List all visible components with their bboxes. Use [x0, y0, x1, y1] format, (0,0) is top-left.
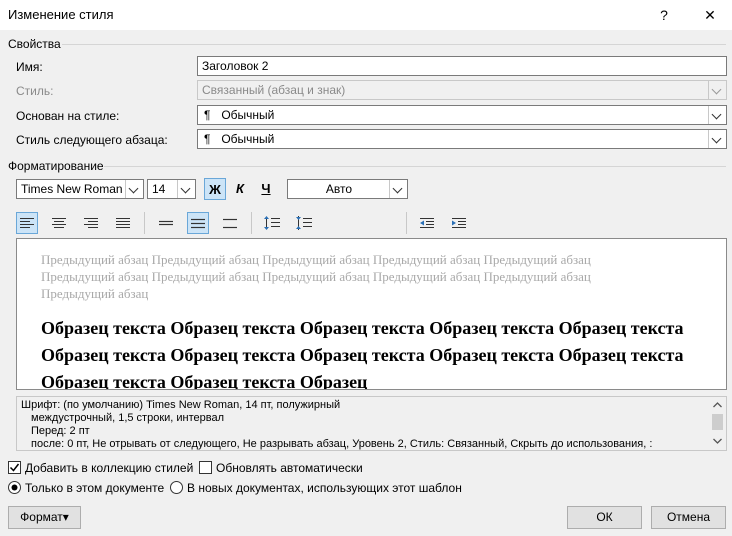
auto-update-checkbox[interactable] [199, 461, 212, 474]
auto-update-label[interactable]: Обновлять автоматически [216, 461, 363, 475]
one-and-half-spacing-icon [191, 218, 205, 229]
single-spacing-icon [159, 220, 173, 226]
scroll-up-icon [713, 402, 722, 408]
paragraph-icon: ¶ [204, 132, 211, 146]
formatting-divider [104, 166, 726, 167]
properties-divider [62, 44, 726, 45]
align-left-button[interactable] [16, 212, 38, 234]
decrease-spacing-button[interactable] [293, 212, 315, 234]
cancel-button[interactable]: Отмена [651, 506, 726, 529]
align-right-icon [84, 218, 98, 228]
increase-indent-button[interactable] [448, 212, 470, 234]
increase-spacing-icon [264, 216, 280, 230]
increase-spacing-button[interactable] [261, 212, 283, 234]
font-name-value: Times New Roman [21, 182, 123, 196]
font-size-value: 14 [152, 182, 166, 196]
based-on-value: Обычный [221, 108, 275, 122]
decrease-spacing-icon [296, 216, 312, 230]
style-type-select: Связанный (абзац и знак) [197, 80, 727, 100]
next-style-label: Стиль следующего абзаца: [16, 133, 168, 147]
style-type-value: Связанный (абзац и знак) [202, 83, 346, 97]
next-style-value: Обычный [221, 132, 275, 146]
format-dropdown-icon: ▾ [62, 510, 69, 524]
only-this-document-radio[interactable] [8, 481, 21, 494]
based-on-label: Основан на стиле: [16, 109, 120, 123]
description-line: Перед: 2 пт [31, 425, 90, 437]
new-documents-radio[interactable] [170, 481, 183, 494]
style-preview: Предыдущий абзац Предыдущий абзац Предыд… [16, 238, 727, 390]
name-label: Имя: [16, 60, 43, 74]
font-color-select[interactable]: Авто [287, 179, 408, 199]
font-color-dropdown-icon[interactable] [389, 180, 407, 198]
font-size-select[interactable]: 14 [147, 179, 196, 199]
decrease-indent-icon [420, 218, 434, 228]
add-to-gallery-checkbox[interactable] [8, 461, 21, 474]
description-line: после: 0 пт, Не отрывать от следующего, … [31, 438, 653, 450]
font-color-value: Авто [325, 182, 353, 196]
previous-paragraph-text: Предыдущий абзац Предыдущий абзац Предыд… [41, 252, 591, 301]
increase-indent-icon [452, 218, 466, 228]
radio-selected-icon [11, 484, 18, 491]
toolbar-separator [144, 212, 145, 234]
double-spacing-icon [223, 218, 237, 229]
ok-button[interactable]: ОК [567, 506, 642, 529]
description-line: Шрифт: (по умолчанию) Times New Roman, 1… [21, 399, 341, 411]
description-line: междустрочный, 1,5 строки, интервал [31, 412, 225, 424]
font-name-dropdown-icon[interactable] [125, 180, 143, 198]
help-button[interactable]: ? [650, 4, 678, 26]
format-button-label: Формат [20, 510, 63, 524]
next-style-dropdown-icon[interactable] [708, 130, 726, 148]
style-type-label: Стиль: [16, 84, 54, 98]
format-button[interactable]: Формат▾ [8, 506, 81, 529]
toolbar-separator [406, 212, 407, 234]
name-input[interactable]: Заголовок 2 [197, 56, 727, 76]
properties-group-label: Свойства [8, 37, 61, 51]
next-style-select[interactable]: ¶ Обычный [197, 129, 727, 149]
sample-text: Образец текста Образец текста Образец те… [41, 318, 684, 390]
style-description: Шрифт: (по умолчанию) Times New Roman, 1… [16, 396, 727, 451]
based-on-select[interactable]: ¶ Обычный [197, 105, 727, 125]
italic-button[interactable]: К [229, 178, 251, 200]
new-documents-label[interactable]: В новых документах, использующих этот ша… [187, 481, 462, 495]
align-left-icon [20, 218, 34, 228]
one-and-half-spacing-button[interactable] [187, 212, 209, 234]
based-on-dropdown-icon[interactable] [708, 106, 726, 124]
close-button[interactable]: ✕ [696, 4, 724, 26]
bold-button[interactable]: Ж [204, 178, 226, 200]
formatting-group-label: Форматирование [8, 159, 104, 173]
align-right-button[interactable] [80, 212, 102, 234]
style-type-dropdown-icon [708, 81, 726, 99]
double-spacing-button[interactable] [219, 212, 241, 234]
only-this-document-label[interactable]: Только в этом документе [25, 481, 164, 495]
paragraph-icon: ¶ [204, 108, 211, 122]
scroll-thumb [712, 414, 723, 430]
decrease-indent-button[interactable] [416, 212, 438, 234]
single-spacing-button[interactable] [155, 212, 177, 234]
align-justify-icon [116, 218, 130, 228]
underline-button[interactable]: Ч [255, 178, 277, 200]
font-size-dropdown-icon[interactable] [177, 180, 195, 198]
checkmark-icon [9, 463, 20, 472]
toolbar-separator [251, 212, 252, 234]
align-justify-button[interactable] [112, 212, 134, 234]
window-title: Изменение стиля [8, 7, 114, 22]
scroll-down-icon [713, 438, 722, 444]
add-to-gallery-label[interactable]: Добавить в коллекцию стилей [25, 461, 193, 475]
description-scrollbar[interactable] [709, 397, 726, 450]
font-name-select[interactable]: Times New Roman [16, 179, 144, 199]
align-center-button[interactable] [48, 212, 70, 234]
align-center-icon [52, 218, 66, 228]
